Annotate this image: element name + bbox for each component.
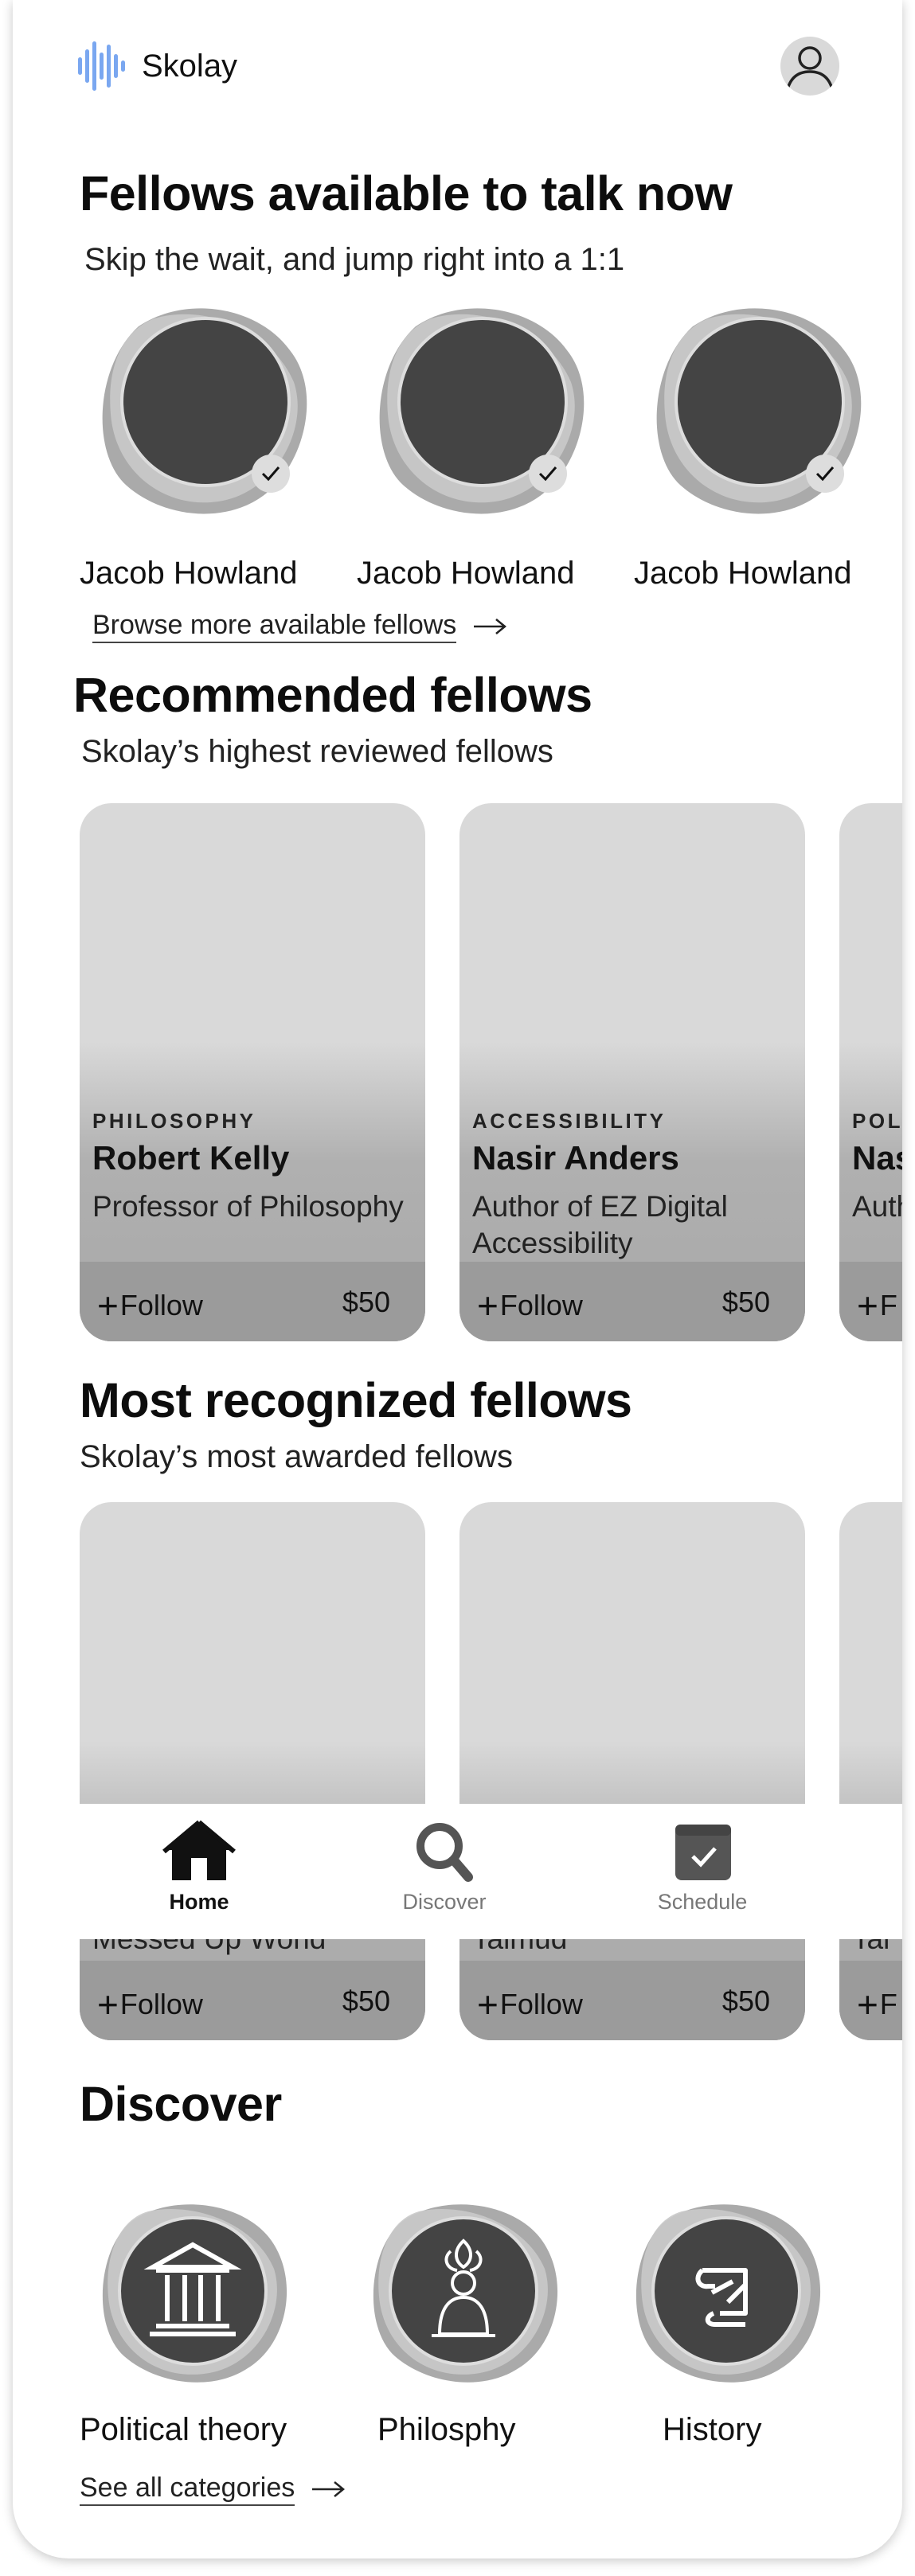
plus-icon: +: [97, 1984, 119, 2025]
plus-icon: +: [857, 1984, 878, 2025]
browse-fellows-link[interactable]: Browse more available fellows: [92, 610, 507, 643]
category-name: Political theory: [80, 2412, 287, 2447]
app-frame: Skolay Fellows available to talk now Ski…: [13, 0, 902, 2558]
price: $50: [342, 1985, 390, 2017]
fellow-card[interactable]: PHILOSOPHY Robert Kelly Professor of Phi…: [80, 803, 425, 1341]
category-avatar: [373, 2204, 558, 2383]
calendar-icon: [675, 1825, 731, 1880]
fellow-name: Jacob Howland: [80, 556, 298, 591]
recommended-title: Recommended fellows: [73, 668, 592, 722]
plus-icon: +: [857, 1285, 878, 1326]
browse-fellows-label: Browse more available fellows: [92, 610, 457, 643]
recommended-subtitle: Skolay’s highest reviewed fellows: [81, 734, 553, 769]
fellow-card[interactable]: Tal +F: [839, 1502, 902, 2040]
nav-schedule-label: Schedule: [657, 1890, 748, 1914]
fellow-card[interactable]: Talmud +Follow $50: [459, 1502, 805, 2040]
profile-avatar[interactable]: [780, 37, 839, 96]
fellow-name: Jacob Howland: [357, 556, 575, 591]
follow-button[interactable]: +F: [857, 1284, 897, 1327]
follow-button[interactable]: +Follow: [97, 1983, 203, 2026]
search-icon: [416, 1823, 473, 1882]
nav-discover[interactable]: Discover: [365, 1820, 524, 1914]
category-label: ACCESSIBILITY: [472, 1109, 667, 1133]
logo-icon: [78, 41, 125, 91]
fellow-role: Author of EZ Digital Accessibility: [472, 1190, 728, 1259]
bottom-nav: Home Discover Schedule: [13, 1804, 902, 1939]
recognized-title: Most recognized fellows: [80, 1373, 632, 1427]
price: $50: [721, 1286, 770, 1318]
fellow-name: Nasir Anders: [472, 1139, 679, 1177]
user-icon: [785, 46, 835, 93]
fellow-avatar: [656, 308, 862, 514]
nav-home-label: Home: [169, 1890, 229, 1914]
app-name: Skolay: [142, 48, 238, 84]
follow-button[interactable]: +Follow: [97, 1284, 203, 1327]
follow-button[interactable]: +Follow: [477, 1284, 583, 1327]
nav-schedule[interactable]: Schedule: [623, 1820, 782, 1914]
fellow-card[interactable]: ACCESSIBILITY Nasir Anders Author of EZ …: [459, 803, 805, 1341]
home-icon: [162, 1820, 236, 1880]
discover-title: Discover: [80, 2077, 282, 2131]
plus-icon: +: [97, 1285, 119, 1326]
fellow-name: Nas: [852, 1139, 902, 1177]
category-avatar: [102, 2204, 287, 2383]
fellow-avatar: [379, 308, 585, 514]
fellow-role: Professor of Philosophy: [92, 1190, 404, 1223]
nav-discover-label: Discover: [402, 1890, 487, 1914]
fellow-name: Jacob Howland: [634, 556, 852, 591]
arrow-right-icon: [474, 619, 507, 634]
price: $50: [721, 1985, 770, 2017]
fellow-name: Robert Kelly: [92, 1139, 290, 1177]
category-label: POLI: [852, 1109, 902, 1133]
logo[interactable]: Skolay: [76, 38, 237, 94]
recognized-subtitle: Skolay’s most awarded fellows: [80, 1439, 513, 1474]
category-avatar: [635, 2204, 821, 2383]
fellow-card[interactable]: Messed Up World +Follow $50: [80, 1502, 425, 2040]
plus-icon: +: [477, 1984, 499, 2025]
see-all-categories-link[interactable]: See all categories: [80, 2473, 346, 2506]
fellow-card[interactable]: POLI Nas Auth Acc +F: [839, 803, 902, 1341]
fellow-role: Auth Acc: [852, 1190, 902, 1223]
nav-home[interactable]: Home: [119, 1820, 279, 1914]
fellow-avatar: [102, 308, 307, 514]
category-name: Philosphy: [377, 2412, 516, 2447]
follow-button[interactable]: +Follow: [477, 1983, 583, 2026]
available-title: Fellows available to talk now: [80, 166, 733, 221]
follow-button[interactable]: +F: [857, 1983, 897, 2026]
price: $50: [342, 1286, 390, 1318]
category-name: History: [663, 2412, 762, 2447]
plus-icon: +: [477, 1285, 499, 1326]
see-all-categories-label: See all categories: [80, 2473, 295, 2506]
category-label: PHILOSOPHY: [92, 1109, 256, 1133]
available-subtitle: Skip the wait, and jump right into a 1:1: [84, 242, 625, 277]
arrow-right-icon: [312, 2481, 346, 2497]
